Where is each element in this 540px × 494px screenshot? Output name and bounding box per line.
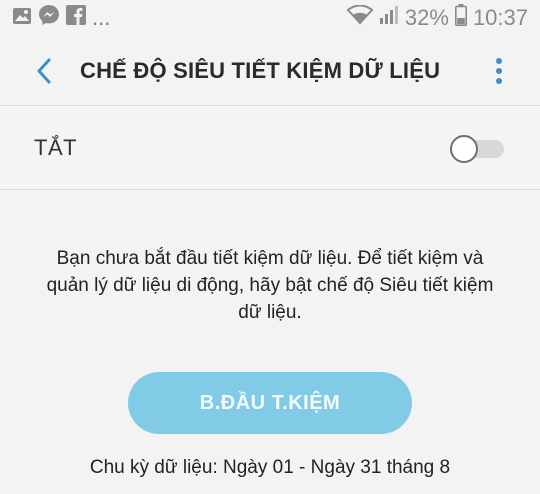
app-bar: CHẾ ĐỘ SIÊU TIẾT KIỆM DỮ LIỆU <box>0 36 540 106</box>
data-cycle-text: Chu kỳ dữ liệu: Ngày 01 - Ngày 31 tháng … <box>89 457 451 478</box>
back-button[interactable] <box>14 41 74 101</box>
messenger-icon <box>38 4 60 32</box>
chevron-left-icon <box>37 58 51 83</box>
status-right: 32% 10:37 <box>346 4 528 32</box>
battery-icon <box>454 4 467 32</box>
status-left: ... <box>12 4 110 32</box>
clock: 10:37 <box>472 5 528 30</box>
wifi-icon <box>346 4 374 31</box>
battery-percent: 32% <box>404 5 449 30</box>
description-text: Bạn chưa bắt đầu tiết kiệm dữ liệu. Để t… <box>46 248 494 323</box>
facebook-icon <box>66 5 86 31</box>
data-saver-toggle[interactable] <box>450 134 506 163</box>
start-saving-button[interactable]: B.ĐẦU T.KIỆM <box>128 372 412 434</box>
more-options-button[interactable] <box>484 56 514 86</box>
status-bar: ... 32% 10:37 <box>0 0 540 36</box>
toggle-thumb <box>450 134 478 163</box>
switch-label: TẮT <box>34 134 78 160</box>
more-vert-icon <box>496 58 502 84</box>
signal-icon <box>379 5 399 31</box>
gallery-icon <box>12 5 32 31</box>
master-switch-row[interactable]: TẮT <box>0 106 540 190</box>
overflow-indicator: ... <box>92 5 111 30</box>
page-title: CHẾ ĐỘ SIÊU TIẾT KIỆM DỮ LIỆU <box>80 57 441 83</box>
